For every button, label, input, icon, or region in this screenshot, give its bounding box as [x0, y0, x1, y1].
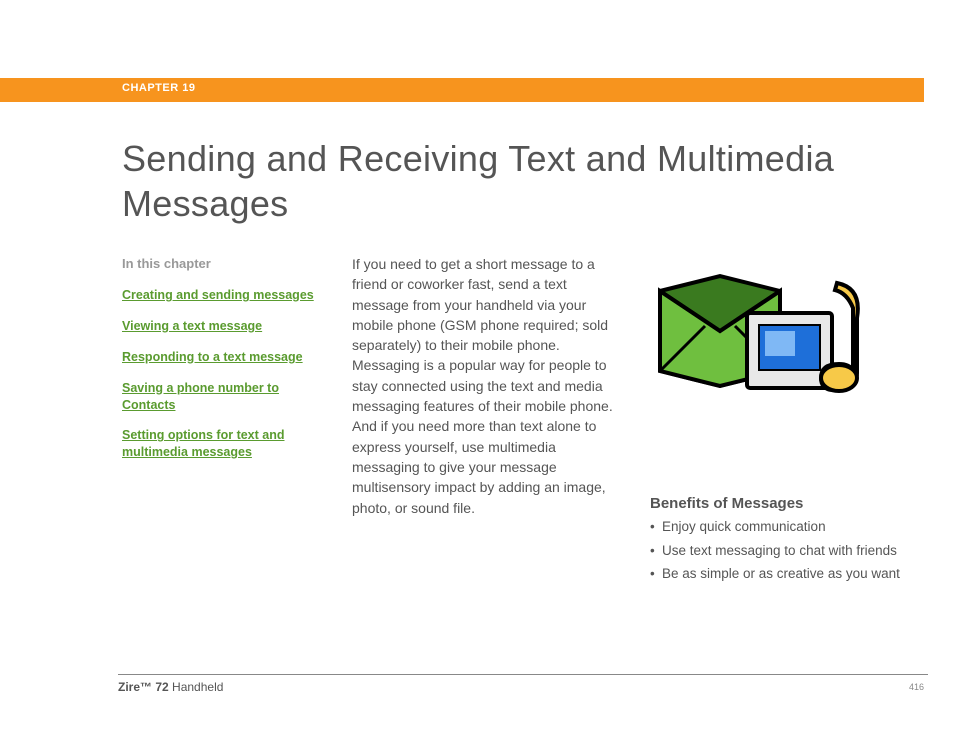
- benefits-heading: Benefits of Messages: [650, 495, 910, 512]
- benefits-section: Benefits of Messages Enjoy quick communi…: [650, 495, 910, 589]
- benefit-item: Be as simple or as creative as you want: [650, 565, 910, 583]
- benefit-item: Use text messaging to chat with friends: [650, 542, 910, 560]
- sidebar-link-settings[interactable]: Setting options for text and multimedia …: [122, 427, 322, 461]
- in-this-chapter-sidebar: In this chapter Creating and sending mes…: [122, 256, 322, 475]
- messages-illustration: [652, 258, 872, 433]
- sidebar-link-viewing[interactable]: Viewing a text message: [122, 318, 322, 335]
- chapter-label: CHAPTER 19: [122, 82, 195, 94]
- footer-product-suffix: Handheld: [169, 680, 224, 694]
- sidebar-link-saving[interactable]: Saving a phone number to Contacts: [122, 380, 322, 414]
- footer-divider: [118, 674, 928, 675]
- footer-product-name: Zire™ 72: [118, 680, 169, 694]
- footer-page-number: 416: [909, 682, 924, 692]
- sidebar-link-creating[interactable]: Creating and sending messages: [122, 287, 322, 304]
- page-title: Sending and Receiving Text and Multimedi…: [122, 136, 954, 226]
- benefit-item: Enjoy quick communication: [650, 518, 910, 536]
- intro-paragraph: If you need to get a short message to a …: [352, 254, 622, 518]
- sidebar-link-responding[interactable]: Responding to a text message: [122, 349, 322, 366]
- sidebar-heading: In this chapter: [122, 256, 322, 271]
- footer-product: Zire™ 72 Handheld: [118, 680, 223, 694]
